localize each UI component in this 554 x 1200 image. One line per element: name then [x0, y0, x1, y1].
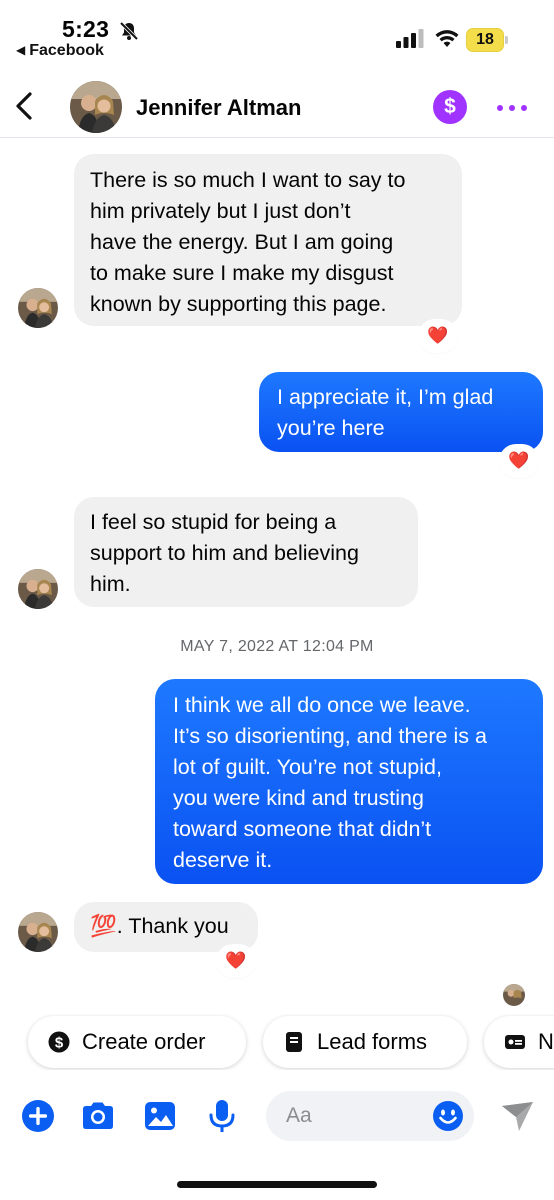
message-line: him.: [90, 572, 131, 596]
camera-button[interactable]: [80, 1098, 116, 1134]
sender-avatar[interactable]: [18, 912, 58, 952]
back-to-app-link[interactable]: ◀ Facebook: [16, 42, 104, 60]
dollar-circle-icon: $: [48, 1031, 70, 1053]
seen-avatar: [503, 984, 525, 1006]
dollar-icon[interactable]: $: [433, 90, 467, 124]
outgoing-message[interactable]: I think we all do once we leave. It’s so…: [155, 679, 543, 884]
incoming-message[interactable]: I feel so stupid for being a support to …: [74, 497, 418, 607]
back-app-label: Facebook: [29, 42, 104, 59]
message-line: I think we all do once we leave.: [173, 693, 471, 717]
message-line: There is so much I want to say to: [90, 168, 406, 192]
emoji-icon[interactable]: [432, 1100, 464, 1132]
back-chevron-icon: [16, 92, 32, 120]
document-icon: [286, 1032, 302, 1052]
image-icon: [145, 1102, 175, 1130]
back-button[interactable]: [8, 86, 44, 126]
status-time: 5:23: [62, 16, 110, 42]
heart-reaction[interactable]: ❤️: [420, 321, 456, 351]
card-icon: [505, 1035, 525, 1049]
plus-button[interactable]: [20, 1098, 56, 1134]
message-line: It’s so disorienting, and there is a: [173, 724, 487, 748]
more-icon[interactable]: [494, 92, 530, 122]
message-line: you were kind and trusting: [173, 786, 424, 810]
contact-name[interactable]: Jennifer Altman: [136, 95, 301, 121]
sender-avatar[interactable]: [18, 569, 58, 609]
status-bar: 5:23 ◀ Facebook 18: [0, 0, 554, 70]
message-line: lot of guilt. You’re not stupid,: [173, 755, 442, 779]
back-triangle-icon: ◀: [16, 43, 26, 57]
plus-icon: [22, 1100, 54, 1132]
message-input[interactable]: [286, 1091, 436, 1141]
chip-label: Create order: [82, 1029, 206, 1054]
more-chip[interactable]: N: [484, 1016, 554, 1068]
battery-level: 18: [476, 31, 494, 48]
message-composer: [0, 1084, 554, 1148]
chip-label: N: [538, 1029, 554, 1054]
heart-reaction[interactable]: ❤️: [501, 446, 537, 476]
bell-slash-icon: [118, 20, 140, 47]
create-order-chip[interactable]: $ Create order: [28, 1016, 246, 1068]
message-line: I appreciate it, I’m glad: [277, 385, 494, 409]
camera-icon: [83, 1102, 113, 1129]
home-indicator: [177, 1181, 377, 1188]
message-timestamp: MAY 7, 2022 AT 12:04 PM: [180, 638, 374, 655]
incoming-message[interactable]: There is so much I want to say to him pr…: [74, 154, 462, 326]
send-button[interactable]: [500, 1098, 536, 1134]
message-line: you’re here: [277, 416, 385, 440]
message-line: support to him and believing: [90, 541, 359, 565]
outgoing-message[interactable]: I appreciate it, I’m glad you’re here: [259, 372, 543, 452]
contact-avatar[interactable]: [70, 81, 122, 133]
heart-reaction[interactable]: ❤️: [218, 946, 254, 976]
quick-actions-bar: $ Create order Lead forms N: [0, 1014, 554, 1070]
message-input-container: [266, 1091, 474, 1141]
message-line: have the energy. But I am going: [90, 230, 394, 254]
incoming-message[interactable]: 💯. Thank you: [74, 902, 258, 952]
gallery-button[interactable]: [142, 1098, 178, 1134]
microphone-button[interactable]: [204, 1098, 240, 1134]
wifi-icon: [434, 27, 460, 54]
heart-icon: ❤️: [427, 326, 449, 345]
svg-text:$: $: [55, 1035, 64, 1052]
message-line: 💯. Thank you: [90, 914, 229, 938]
message-line: him privately but I just don’t: [90, 199, 351, 223]
conversation-header: Jennifer Altman $: [0, 74, 554, 138]
message-line: toward someone that didn’t: [173, 817, 432, 841]
heart-icon: ❤️: [508, 451, 530, 470]
battery-icon: 18: [466, 28, 508, 52]
chip-label: Lead forms: [317, 1029, 428, 1054]
sender-avatar[interactable]: [18, 288, 58, 328]
message-line: deserve it.: [173, 848, 273, 872]
heart-icon: ❤️: [225, 951, 247, 970]
message-line: to make sure I make my disgust: [90, 261, 394, 285]
send-icon: [502, 1102, 533, 1131]
lead-forms-chip[interactable]: Lead forms: [263, 1016, 467, 1068]
message-line: known by supporting this page.: [90, 292, 387, 316]
message-line: I feel so stupid for being a: [90, 510, 337, 534]
signal-icon: [396, 28, 424, 53]
microphone-icon: [209, 1100, 235, 1132]
